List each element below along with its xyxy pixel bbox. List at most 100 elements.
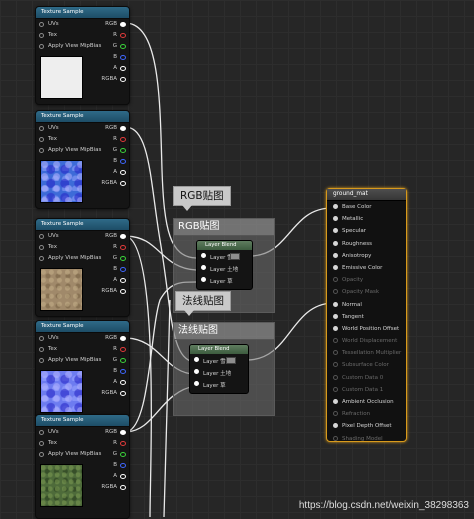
material-input-row[interactable]: Normal — [327, 299, 406, 311]
output-pin-icon[interactable] — [120, 126, 126, 131]
input-pin-icon[interactable] — [194, 381, 199, 386]
output-pin-icon[interactable] — [120, 181, 126, 186]
material-input-row[interactable]: Pixel Depth Offset — [327, 420, 406, 432]
output-pin-icon[interactable] — [120, 148, 126, 153]
material-input-row[interactable]: Opacity Mask — [327, 286, 406, 298]
material-input-row[interactable]: Ambient Occlusion — [327, 396, 406, 408]
output-pin-icon[interactable] — [120, 33, 126, 38]
material-input-pin-icon[interactable] — [333, 216, 338, 222]
material-input-pin-icon[interactable] — [333, 374, 338, 380]
material-input-pin-icon[interactable] — [333, 228, 338, 234]
material-input-row[interactable]: Opacity — [327, 274, 406, 286]
texture-sample-node[interactable]: Texture Sample UVs RGB Tex R Apply View MipBi… — [35, 414, 130, 519]
output-pin-icon[interactable] — [120, 278, 126, 283]
texture-sample-node[interactable]: Texture Sample UVs RGB Tex R Apply View MipBi… — [35, 110, 130, 209]
input-pin-icon[interactable] — [39, 358, 44, 363]
output-pin-icon[interactable] — [120, 55, 126, 60]
output-pin-icon[interactable] — [120, 380, 126, 385]
material-input-row[interactable]: Specular — [327, 225, 406, 237]
output-pin-icon[interactable] — [120, 358, 126, 363]
texture-sample-node[interactable]: Texture Sample UVs RGB Tex R Apply View MipBi… — [35, 218, 130, 317]
material-input-pin-icon[interactable] — [333, 289, 338, 295]
material-input-row[interactable]: Base Color — [327, 201, 406, 213]
input-pin-icon[interactable] — [39, 22, 44, 27]
input-pin-icon[interactable] — [201, 277, 206, 282]
input-pin-icon[interactable] — [39, 148, 44, 153]
input-pin-icon[interactable] — [39, 347, 44, 352]
material-input-pin-icon[interactable] — [333, 362, 338, 368]
output-pin-icon[interactable] — [120, 485, 126, 490]
layer-blend-row[interactable]: Layer 土地 — [197, 262, 252, 274]
material-input-pin-icon[interactable] — [333, 411, 338, 417]
input-pin-icon[interactable] — [39, 33, 44, 38]
layer-blend-node-normal[interactable]: Layer Blend Layer 雪 Layer 土地 Layer 草 — [189, 344, 249, 394]
input-pin-icon[interactable] — [194, 357, 199, 362]
output-pin-icon[interactable] — [120, 44, 126, 49]
input-pin-icon[interactable] — [39, 137, 44, 142]
output-pin-icon[interactable] — [120, 234, 126, 239]
material-input-pin-icon[interactable] — [333, 423, 338, 429]
output-pin-icon[interactable] — [120, 170, 126, 175]
output-pin-icon[interactable] — [120, 256, 126, 261]
material-input-pin-icon[interactable] — [333, 435, 338, 441]
input-pin-icon[interactable] — [39, 336, 44, 341]
material-input-pin-icon[interactable] — [333, 204, 338, 209]
layer-blend-row[interactable]: Layer 草 — [197, 274, 252, 286]
material-input-row[interactable]: Shading Model — [327, 433, 406, 445]
output-pin-icon[interactable] — [120, 159, 126, 164]
output-pin-icon[interactable] — [120, 430, 126, 435]
material-input-row[interactable]: Subsurface Color — [327, 359, 406, 371]
material-input-pin-icon[interactable] — [333, 252, 338, 258]
layer-blend-row[interactable]: Layer 草 — [190, 378, 248, 390]
material-input-row[interactable]: World Position Offset — [327, 323, 406, 335]
material-input-row[interactable]: World Displacement — [327, 335, 406, 347]
layer-blend-row[interactable]: Layer 土地 — [190, 366, 248, 378]
material-input-row[interactable]: Roughness — [327, 238, 406, 250]
layer-checkbox[interactable] — [226, 357, 236, 364]
layer-blend-node-rgb[interactable]: Layer Blend Layer 雪 Layer 土地 Layer 草 — [196, 240, 253, 290]
output-pin-icon[interactable] — [120, 336, 126, 341]
output-pin-icon[interactable] — [120, 245, 126, 250]
output-pin-icon[interactable] — [120, 22, 126, 27]
material-input-row[interactable]: Anisotropy — [327, 250, 406, 262]
input-pin-icon[interactable] — [201, 265, 206, 270]
material-input-pin-icon[interactable] — [333, 325, 338, 331]
output-pin-icon[interactable] — [120, 347, 126, 352]
input-pin-icon[interactable] — [39, 245, 44, 250]
input-pin-icon[interactable] — [39, 44, 44, 49]
input-pin-icon[interactable] — [194, 369, 199, 374]
material-input-pin-icon[interactable] — [333, 386, 338, 392]
material-input-row[interactable]: Metallic — [327, 213, 406, 225]
output-pin-icon[interactable] — [120, 267, 126, 272]
output-pin-icon[interactable] — [120, 369, 126, 374]
material-input-row[interactable]: Tessellation Multiplier — [327, 347, 406, 359]
output-pin-icon[interactable] — [120, 66, 126, 71]
output-pin-icon[interactable] — [120, 441, 126, 446]
input-pin-icon[interactable] — [39, 126, 44, 131]
output-pin-icon[interactable] — [120, 77, 126, 82]
layer-blend-row[interactable]: Layer 雪 — [190, 354, 248, 366]
texture-sample-node[interactable]: Texture Sample UVs RGB Tex R Apply View MipBi… — [35, 320, 130, 419]
input-pin-icon[interactable] — [39, 430, 44, 435]
material-input-row[interactable]: Emissive Color — [327, 262, 406, 274]
material-input-row[interactable]: Refraction — [327, 408, 406, 420]
output-pin-icon[interactable] — [120, 289, 126, 294]
output-pin-icon[interactable] — [120, 137, 126, 142]
material-input-row[interactable]: Tangent — [327, 311, 406, 323]
material-input-pin-icon[interactable] — [333, 264, 338, 270]
material-input-pin-icon[interactable] — [333, 399, 338, 404]
material-result-node[interactable]: ground_mat Base Color Metallic Specular Rou… — [326, 188, 407, 442]
material-input-row[interactable]: Custom Data 1 — [327, 384, 406, 396]
layer-checkbox[interactable] — [230, 253, 240, 260]
output-pin-icon[interactable] — [120, 463, 126, 468]
input-pin-icon[interactable] — [39, 256, 44, 261]
material-input-pin-icon[interactable] — [333, 240, 338, 246]
material-input-pin-icon[interactable] — [333, 301, 338, 307]
material-input-pin-icon[interactable] — [333, 350, 338, 356]
material-input-pin-icon[interactable] — [333, 277, 338, 283]
output-pin-icon[interactable] — [120, 474, 126, 479]
layer-blend-row[interactable]: Layer 雪 — [197, 250, 252, 262]
output-pin-icon[interactable] — [120, 391, 126, 396]
material-input-pin-icon[interactable] — [333, 313, 338, 319]
input-pin-icon[interactable] — [39, 452, 44, 457]
